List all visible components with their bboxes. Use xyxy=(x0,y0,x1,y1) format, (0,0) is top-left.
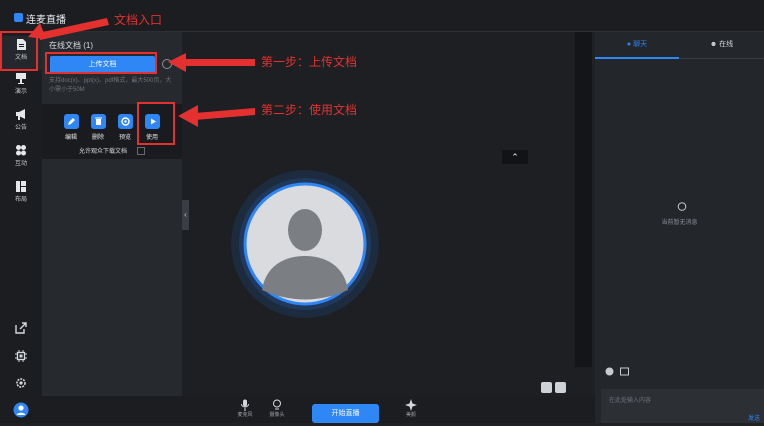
annotation-step1: 第一步：上传文档 xyxy=(261,55,358,69)
annotation-step2: 第二步：使用文档 xyxy=(261,103,358,117)
annotation-entry: 文档入口 xyxy=(114,13,163,27)
annotation-arrows xyxy=(28,18,255,127)
